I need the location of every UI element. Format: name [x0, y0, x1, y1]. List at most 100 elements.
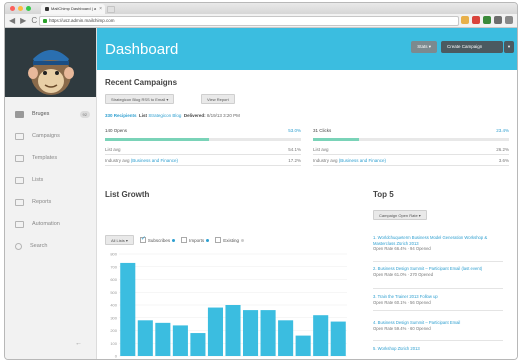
sidebar-item-label: Reports	[32, 199, 52, 205]
y-tick-label: 700	[110, 264, 117, 269]
close-tab-icon[interactable]: ×	[99, 4, 102, 14]
templates-icon	[15, 154, 24, 162]
forward-icon[interactable]: ▶	[20, 16, 26, 26]
extension-icon[interactable]	[483, 16, 491, 24]
close-window-icon[interactable]	[10, 6, 15, 11]
sidebar-item-templates[interactable]: Templates	[5, 147, 96, 169]
chart-bar[interactable]	[313, 315, 329, 356]
list-select[interactable]: All Lists ▾	[105, 235, 134, 245]
campaign-select[interactable]: Strategicon Blog RSS to Email ▾	[105, 94, 175, 104]
mailchimp-favicon-icon	[45, 7, 49, 11]
zoom-window-icon[interactable]	[26, 6, 31, 11]
collapse-sidebar-icon[interactable]: ←	[75, 340, 82, 347]
campaign-summary: 330 Recipients List Strategicon Blog Del…	[105, 113, 240, 118]
sidebar-item-search[interactable]: Search	[5, 235, 96, 257]
divider	[373, 288, 503, 289]
view-report-button[interactable]: View Report	[201, 94, 235, 104]
campaigns-icon	[15, 132, 24, 140]
top5-item[interactable]: 3. Train the Trainer 2013 Follow up Open…	[373, 294, 503, 305]
recipients-link[interactable]: 330 Recipients	[105, 113, 137, 118]
chart-bar[interactable]	[330, 321, 346, 356]
chart-bar[interactable]	[120, 262, 136, 356]
window-controls	[10, 6, 31, 11]
opens-count: 140 Opens	[105, 128, 128, 133]
extension-icon[interactable]	[472, 16, 480, 24]
sidebar-item-account[interactable]: Bruges 92	[5, 103, 96, 125]
top5-campaign-link[interactable]: Business Design Summit – Participant Ema…	[378, 266, 483, 271]
imports-label: Imports	[189, 237, 205, 243]
y-tick-label: 600	[110, 277, 117, 282]
sidebar-item-automation[interactable]: Automation	[5, 213, 96, 235]
freddie-monkey-icon	[27, 50, 74, 95]
list-label: List	[139, 113, 148, 118]
clicks-count: 31 Clicks	[313, 128, 332, 133]
opens-list-avg-value: 54.1%	[288, 146, 301, 152]
opens-industry-link[interactable]: (Business and Finance)	[131, 158, 178, 163]
chart-bar[interactable]	[155, 322, 171, 356]
browser-window: MailChimp Dashboard | a × ◀ ▶ C https://…	[4, 2, 518, 360]
create-campaign-caret-button[interactable]: ▾	[504, 41, 514, 53]
star-icon[interactable]	[461, 16, 469, 24]
sidebar-item-label: Lists	[32, 177, 44, 183]
chart-bar[interactable]	[278, 320, 294, 356]
opens-percent: 53.0%	[288, 128, 301, 133]
reports-icon	[15, 198, 24, 206]
y-tick-label: 300	[110, 315, 117, 320]
top5-item[interactable]: 5. Workshop Zürich 2013	[373, 346, 503, 352]
delivered-date: 8/19/13 3:20 PM	[206, 113, 240, 118]
list-name-link[interactable]: Strategicon Blog	[148, 113, 181, 118]
chart-bar[interactable]	[190, 333, 206, 356]
sidebar-item-reports[interactable]: Reports	[5, 191, 96, 213]
subscribes-checkbox[interactable]	[139, 235, 146, 243]
browser-tab[interactable]: MailChimp Dashboard | a ×	[41, 4, 105, 14]
sidebar-item-label: Search	[30, 243, 48, 249]
existing-toggle[interactable]: Existing	[215, 237, 244, 243]
top5-rank: 4.	[373, 320, 377, 325]
y-tick-label: 100	[110, 341, 117, 346]
top5-item[interactable]: 1. Worldchuqueterm Business Model Genera…	[373, 235, 503, 252]
create-campaign-button[interactable]: Create Campaign	[441, 41, 503, 53]
top5-item[interactable]: 2. Business Design Summit – Participant …	[373, 266, 503, 277]
sidebar-item-lists[interactable]: Lists	[5, 169, 96, 191]
imports-checkbox[interactable]	[181, 237, 188, 243]
clicks-metric: 31 Clicks 23.4% List avg 26.2% Industry …	[313, 125, 509, 166]
imports-toggle[interactable]: Imports	[181, 237, 210, 243]
divider	[373, 310, 503, 311]
chart-bar[interactable]	[137, 320, 153, 356]
clicks-progress-bar	[313, 138, 509, 141]
browser-toolbar: ◀ ▶ C https://us2.admin.mailchimp.com	[5, 14, 517, 28]
top5-campaign-link[interactable]: Workshop Zürich 2013	[378, 346, 420, 351]
list-growth-chart: 8007006005004003002001000Sep 2012 Dec 201…	[110, 252, 347, 359]
chart-bar[interactable]	[207, 307, 224, 356]
back-icon[interactable]: ◀	[9, 16, 15, 26]
top5-campaign-link[interactable]: Train the Trainer 2013 Follow up	[378, 294, 438, 299]
top5-stats: Open Rate 59.4% · 60 Opened	[373, 325, 431, 331]
opens-progress-fill	[105, 138, 209, 141]
delivered-label: Delivered:	[183, 113, 206, 118]
extension-icon[interactable]	[494, 16, 502, 24]
chart-bar[interactable]	[260, 310, 276, 356]
chart-bar[interactable]	[225, 305, 241, 356]
minimize-window-icon[interactable]	[18, 6, 23, 11]
list-growth-filters: All Lists ▾ Subscribes Imports Existing	[105, 235, 244, 245]
chart-bar[interactable]	[242, 310, 259, 356]
reload-icon[interactable]: C	[31, 16, 37, 26]
subscribes-toggle[interactable]: Subscribes	[139, 235, 176, 243]
existing-checkbox[interactable]	[215, 237, 222, 243]
top5-metric-select[interactable]: Campaign Open Rate ▾	[373, 210, 427, 220]
new-tab-button[interactable]	[107, 6, 115, 13]
top5-rank: 3.	[373, 294, 377, 299]
clicks-industry-link[interactable]: (Business and Finance)	[339, 158, 386, 163]
address-bar[interactable]: https://us2.admin.mailchimp.com	[39, 16, 459, 26]
top5-item[interactable]: 4. Business Design Summit – Participant …	[373, 320, 503, 331]
dashboard-icon	[15, 110, 24, 118]
top5-campaign-link[interactable]: Business Design Summit – Participant Ema…	[378, 320, 461, 325]
sidebar-item-campaigns[interactable]: Campaigns	[5, 125, 96, 147]
chart-bar[interactable]	[295, 335, 311, 356]
top5-stats: Open Rate 66.4% · 94 Opened	[373, 246, 431, 251]
chart-bar[interactable]	[172, 325, 188, 356]
top5-campaign-link[interactable]: Worldchuqueterm Business Model Generatio…	[373, 235, 487, 246]
stats-dropdown-button[interactable]: Stats ▾	[411, 41, 437, 53]
menu-icon[interactable]	[505, 16, 513, 24]
freddie-logo[interactable]	[5, 28, 96, 97]
